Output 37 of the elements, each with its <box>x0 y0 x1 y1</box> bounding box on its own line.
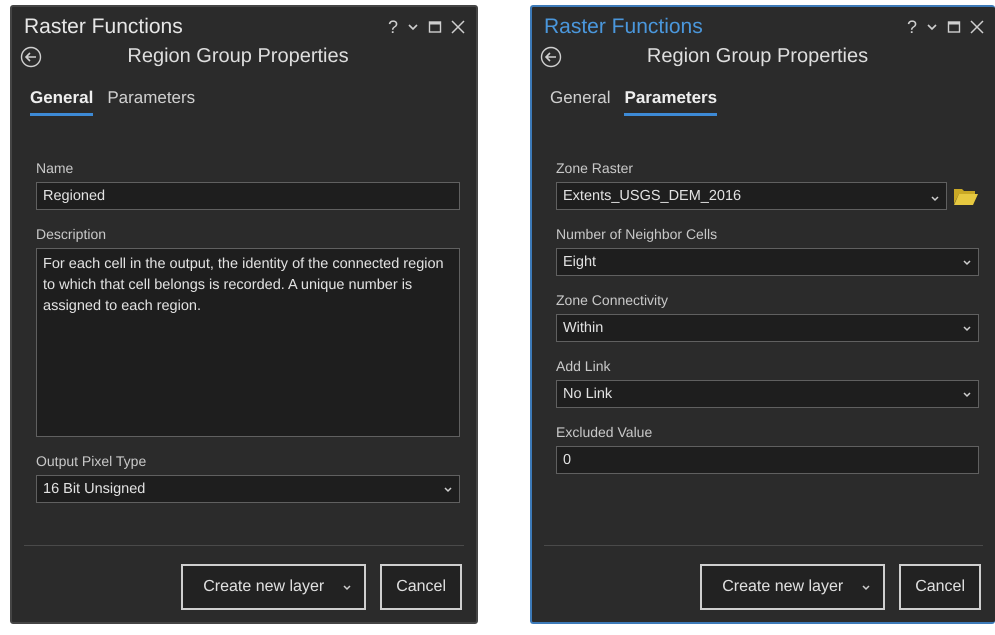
text-field[interactable]: Regioned <box>36 182 460 210</box>
text-field[interactable]: 0 <box>556 446 979 474</box>
field-label: Add Link <box>556 358 612 374</box>
maximize-icon[interactable] <box>428 20 442 34</box>
dropdown-field[interactable]: 16 Bit Unsigned <box>36 475 460 503</box>
tab[interactable]: General <box>30 88 94 116</box>
back-icon[interactable] <box>20 46 42 68</box>
pane-subtitle: Region Group Properties <box>646 45 870 68</box>
tab[interactable]: Parameters <box>624 88 718 116</box>
close-icon[interactable] <box>969 19 985 35</box>
field-label: Name <box>36 160 74 176</box>
pane-title: Raster Functions <box>544 15 703 39</box>
description-field[interactable]: For each cell in the output, the identity of the connected region to which that cell belongs is recorded. A unique number is assigned to each region. <box>36 248 460 437</box>
field-label: Output Pixel Type <box>36 453 148 469</box>
cancel-button[interactable]: Cancel <box>899 564 981 610</box>
back-icon[interactable] <box>540 46 562 68</box>
tab[interactable]: General <box>550 88 610 116</box>
dropdown-field[interactable]: Eight <box>556 248 979 276</box>
field-label: Zone Raster <box>556 160 634 176</box>
field-label: Description <box>36 226 108 242</box>
create-layer-button[interactable]: Create new layer <box>181 564 366 610</box>
folder-icon[interactable] <box>953 186 979 206</box>
dropdown-field[interactable]: Within <box>556 314 979 342</box>
field-label: Number of Neighbor Cells <box>556 226 718 242</box>
cancel-button[interactable]: Cancel <box>380 564 462 610</box>
help-button[interactable]: ? <box>388 16 398 38</box>
dropdown-field[interactable]: Extents_USGS_DEM_2016 <box>556 182 947 210</box>
close-icon[interactable] <box>450 19 466 35</box>
maximize-icon[interactable] <box>947 20 961 34</box>
tab[interactable]: Parameters <box>107 88 196 116</box>
create-layer-button[interactable]: Create new layer <box>700 564 886 610</box>
dropdown-field[interactable]: No Link <box>556 380 979 408</box>
field-label: Zone Connectivity <box>556 292 670 308</box>
pane-title: Raster Functions <box>24 15 183 39</box>
field-label: Excluded Value <box>556 424 654 440</box>
help-button[interactable]: ? <box>906 16 917 38</box>
pane-subtitle: Region Group Properties <box>126 45 350 68</box>
